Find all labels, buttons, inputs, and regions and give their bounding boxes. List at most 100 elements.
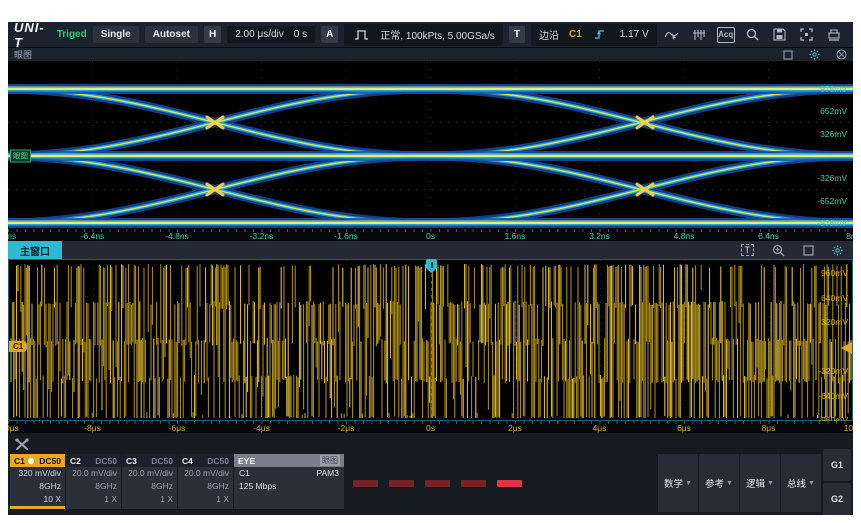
- channel-card-c4[interactable]: C4 DC50 20.0 mV/div 8GHz 1 X: [178, 454, 233, 509]
- eye-card-badge: 眼图: [320, 455, 340, 466]
- trigger-level: 1.17 V: [620, 29, 649, 40]
- menu-button-数学[interactable]: 数学▼: [658, 454, 698, 512]
- time-label: -4μs: [253, 423, 270, 433]
- digital-channels-icon[interactable]: [690, 27, 708, 43]
- channel-header: C2 DC50: [66, 454, 121, 467]
- search-icon[interactable]: [744, 27, 762, 43]
- channel-card-c2[interactable]: C2 DC50 20.0 mV/div 8GHz 1 X: [66, 454, 121, 509]
- settings-gear-icon[interactable]: [852, 27, 853, 43]
- zoom-in-icon[interactable]: [772, 244, 785, 257]
- menu-button-逻辑[interactable]: 逻辑▼: [740, 454, 780, 512]
- menu-button-总线[interactable]: 总线▼: [781, 454, 821, 512]
- eye-panel-header: 眼图: [8, 48, 853, 61]
- time-label: 8ns: [846, 231, 853, 241]
- time-label: 8μs: [762, 423, 776, 433]
- tab-main-window[interactable]: 主窗口: [8, 241, 62, 259]
- channel1-ground-marker[interactable]: C1: [9, 341, 27, 352]
- channel-active-underline: [10, 506, 65, 509]
- fullscreen-icon[interactable]: [798, 27, 816, 43]
- trigger-badge: T: [509, 26, 525, 43]
- time-label: 4μs: [593, 423, 607, 433]
- printer-icon[interactable]: [825, 27, 843, 43]
- top-toolbar: UNI-T Triged Single Autoset H 2.00 μs/di…: [8, 22, 853, 48]
- restore-icon[interactable]: [783, 50, 793, 60]
- time-label: 3.2ns: [589, 231, 610, 241]
- eye-card[interactable]: EYE 眼图 C1PAM3 125 Mbps: [234, 454, 344, 509]
- time-label: -4.8ns: [165, 231, 189, 241]
- voltage-label: -978mV: [817, 218, 847, 228]
- channel-bandwidth: 8GHz: [10, 480, 65, 493]
- voltage-label: 640mV: [821, 293, 848, 303]
- cursor-waveform-icon[interactable]: [663, 27, 681, 43]
- timebase-value: 2.00 μs/div: [235, 29, 284, 40]
- eye-diagram-plot[interactable]: 眼图 978mV652mV326mV-326mV-652mV-978mV: [8, 61, 853, 229]
- group-button-g2[interactable]: G2: [823, 483, 851, 515]
- eye-time-axis: -8ns-6.4ns-4.8ns-3.2ns-1.6ns0s1.6ns3.2ns…: [8, 229, 853, 241]
- gear-icon[interactable]: [809, 49, 820, 60]
- menu-button-参考[interactable]: 参考▼: [699, 454, 739, 512]
- time-label: 6.4ns: [758, 231, 779, 241]
- chevron-down-icon: ▼: [808, 480, 815, 487]
- voltage-label: -326mV: [817, 173, 847, 183]
- channel-card-c3[interactable]: C3 DC50 20.0 mV/div 8GHz 1 X: [122, 454, 177, 509]
- main-waveform-plot[interactable]: C1 960mV640mV320mV-320mV-640mV-960mV: [8, 259, 853, 421]
- trigger-flag-slot: [431, 262, 433, 268]
- menu-buttons: 数学▼参考▼逻辑▼总线▼: [658, 454, 821, 512]
- voltage-label: 960mV: [821, 268, 848, 278]
- time-label: -6.4ns: [81, 231, 105, 241]
- single-button[interactable]: Single: [93, 26, 139, 43]
- voltage-label: -652mV: [817, 196, 847, 206]
- channel-bandwidth: 8GHz: [66, 480, 121, 493]
- voltage-label: 320mV: [821, 317, 848, 327]
- time-label: 6μs: [677, 423, 691, 433]
- channel-bandwidth: 8GHz: [122, 480, 177, 493]
- acquire-badge: A: [321, 26, 338, 43]
- group-button-g1[interactable]: G1: [823, 449, 851, 481]
- trigger-tool-icon[interactable]: T: [741, 244, 755, 256]
- channel-id: C4: [182, 456, 193, 466]
- acquire-settings[interactable]: 正常, 100kPts, 5.00GSa/s: [344, 24, 503, 46]
- trigger-position-marker[interactable]: [426, 259, 437, 273]
- acq-icon[interactable]: Acq: [717, 27, 735, 43]
- channel-active-underline: [66, 506, 121, 509]
- horizontal-offset: 0 s: [294, 29, 307, 40]
- channel-active-dot: [28, 458, 34, 464]
- channel-id: C2: [70, 456, 81, 466]
- horizontal-settings[interactable]: 2.00 μs/div 0 s: [227, 26, 315, 43]
- indicator-dash: [353, 480, 378, 487]
- time-label: -2μs: [338, 423, 355, 433]
- pulse-icon: [352, 27, 370, 43]
- group-buttons: G1G2: [823, 449, 851, 515]
- channel-active-underline: [178, 506, 233, 509]
- time-label: 0s: [426, 231, 435, 241]
- eye-window-controls: [783, 49, 847, 60]
- channel-id: C3: [126, 456, 137, 466]
- channel-card-c1[interactable]: C1 DC50 320 mV/div 8GHz 10 X: [10, 454, 65, 509]
- time-label: 0s: [426, 423, 435, 433]
- toolbar-icon-group: Acq: [663, 27, 853, 43]
- channel-header: C3 DC50: [122, 454, 177, 467]
- trigger-mode: 边沿: [539, 27, 559, 42]
- time-label: 2μs: [508, 423, 522, 433]
- eye-card-header: EYE 眼图: [234, 454, 344, 467]
- eye-ground-marker[interactable]: 眼图: [10, 150, 31, 163]
- autoset-button[interactable]: Autoset: [145, 26, 198, 43]
- voltage-label: 326mV: [820, 129, 847, 139]
- channel-coupling: DC50: [95, 456, 117, 466]
- channel-scale: 20.0 mV/div: [122, 467, 177, 480]
- save-icon[interactable]: [771, 27, 789, 43]
- channel-active-underline: [122, 506, 177, 509]
- gear-icon[interactable]: [832, 245, 843, 256]
- time-label: 10μs: [844, 423, 853, 433]
- close-icon[interactable]: [836, 49, 847, 60]
- time-label: -8ns: [8, 231, 16, 241]
- trigger-level-arrow[interactable]: [841, 342, 852, 354]
- eye-card-source-row: C1PAM3: [234, 467, 344, 480]
- indicator-dash: [461, 480, 486, 487]
- trigger-status: Triged: [57, 29, 87, 40]
- maximize-icon[interactable]: [803, 245, 814, 256]
- trigger-settings[interactable]: 边沿 C1 1.17 V: [531, 24, 657, 46]
- channel-cards: C1 DC50 320 mV/div 8GHz 10 X C2 DC50 20.…: [10, 454, 344, 509]
- acquisition-info: 正常, 100kPts, 5.00GSa/s: [380, 27, 495, 42]
- tools-icon[interactable]: [14, 437, 30, 452]
